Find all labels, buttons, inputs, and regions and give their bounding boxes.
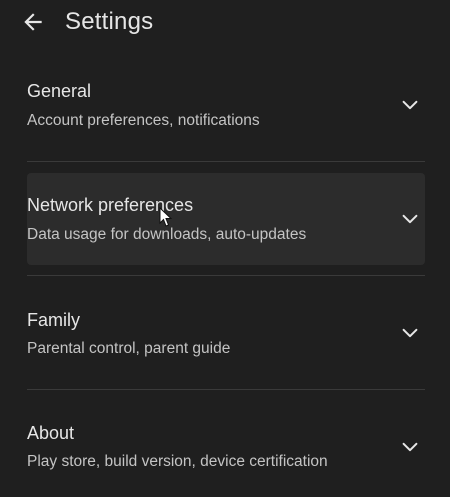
section-title-about: About [27,423,75,443]
section-title-network-preferences: Network preferences [27,195,194,215]
chevron-down-icon[interactable] [399,436,421,458]
chevron-down-icon[interactable] [399,94,421,116]
section-subtitle-about: Play store, build version, device certif… [27,453,328,470]
back-button[interactable] [20,9,46,35]
section-title-general: General [27,81,92,101]
chevron-down-icon[interactable] [399,208,421,230]
section-title-family: Family [27,310,80,330]
app-header: Settings [0,0,450,46]
divider [27,389,425,390]
divider [27,275,425,276]
section-subtitle-network-preferences: Data usage for downloads, auto-updates [27,226,307,243]
page-title: Settings [65,8,154,35]
divider [27,161,425,162]
settings-section-network-preferences[interactable]: Network preferences Data usage for downl… [27,173,425,265]
settings-section-about[interactable]: About Play store, build version, device … [27,414,425,486]
chevron-down-icon[interactable] [399,322,421,344]
section-subtitle-general: Account preferences, notifications [27,112,260,129]
settings-section-family[interactable]: Family Parental control, parent guide [27,300,425,372]
section-subtitle-family: Parental control, parent guide [27,340,231,357]
settings-section-general[interactable]: General Account preferences, notificatio… [27,72,425,150]
arrow-left-icon [24,13,42,31]
